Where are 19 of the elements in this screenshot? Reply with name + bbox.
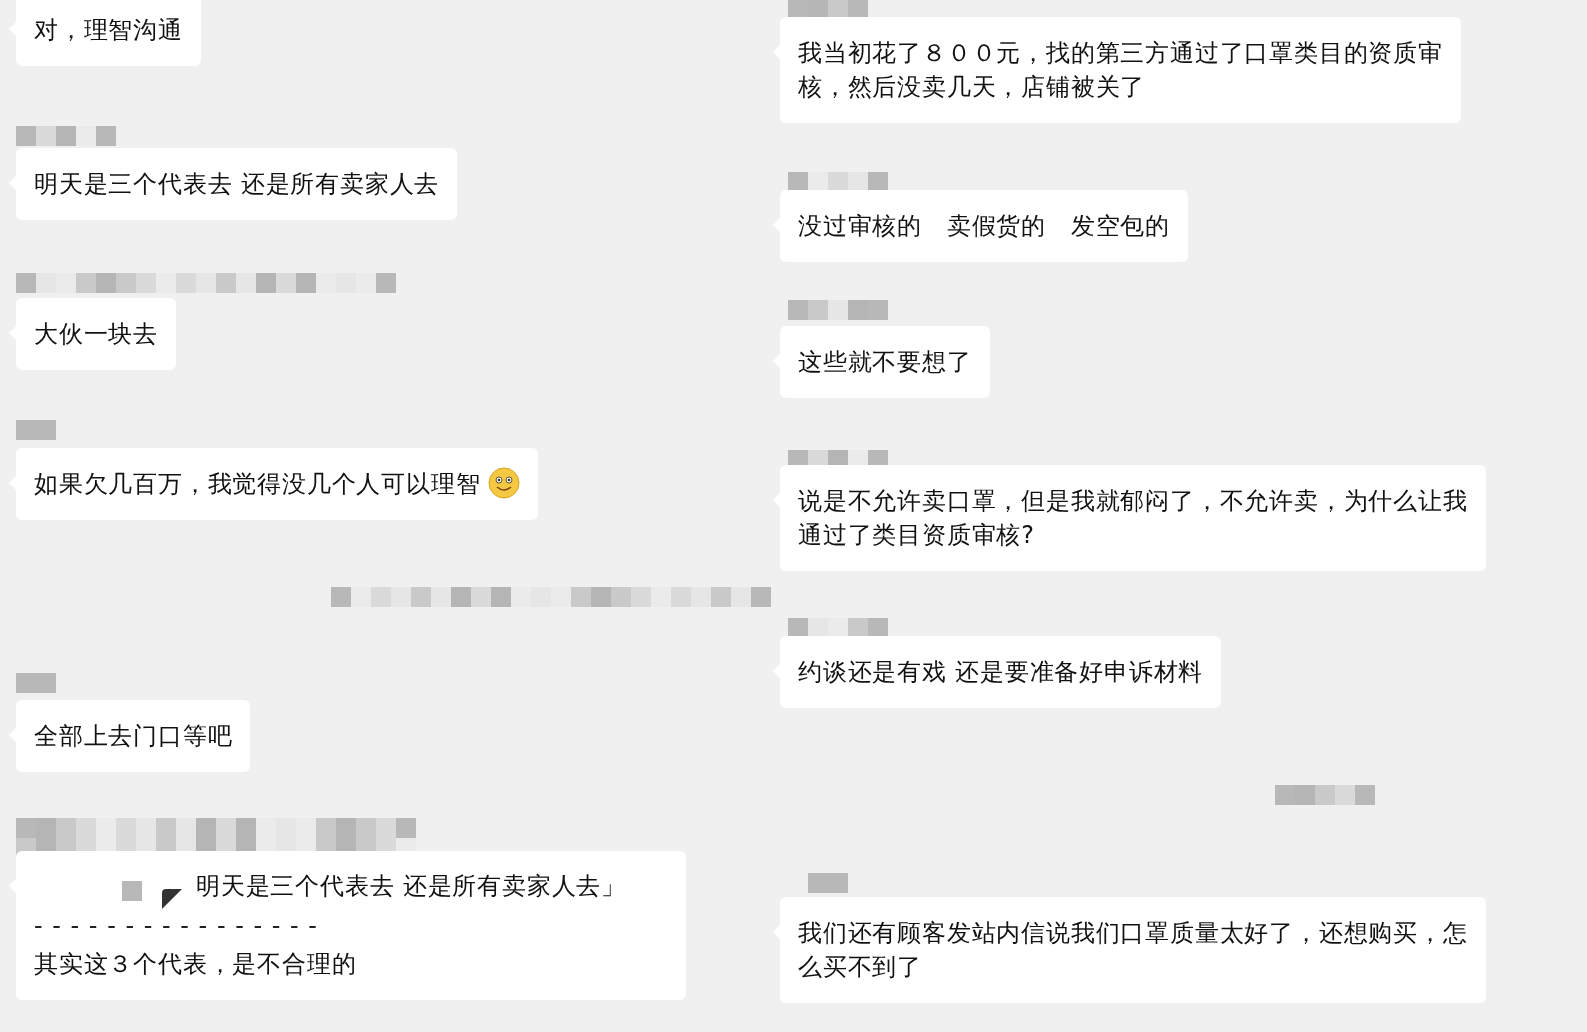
message-text: 对，理智沟通: [34, 16, 183, 44]
redacted-name-drawing: [16, 420, 56, 440]
message-text: 大伙一块去: [34, 320, 158, 348]
quote-corner-icon: [162, 889, 182, 909]
message-text: 说是不允许卖口罩，但是我就郁闷了，不允许卖，为什么让我通过了类目资质审核?: [798, 487, 1468, 549]
message-text: 我当初花了８００元，找的第三方通过了口罩类目的资质审核，然后没卖几天，店铺被关了: [798, 39, 1443, 101]
quoted-text: 明天是三个代表去 还是所有卖家人去」: [196, 871, 627, 902]
message-text: 全部上去门口等吧: [34, 722, 233, 750]
message-text: 没过审核的 卖假货的 发空包的: [798, 212, 1170, 240]
redacted-name-drawing: [808, 873, 848, 893]
message-text: 我们还有顾客发站内信说我们口罩质量太好了，还想购买，怎么买不到了: [798, 919, 1468, 981]
message-text: 明天是三个代表去 还是所有卖家人去: [34, 170, 440, 198]
redacted-name-drawing: [122, 881, 142, 901]
message-text: 如果欠几百万，我觉得没几个人可以理智: [34, 470, 481, 498]
divider-text: - - - - - - - - - - - - - - - -: [34, 911, 318, 941]
message-text: 约谈还是有戏 还是要准备好申诉材料: [798, 658, 1204, 686]
message-text: 其实这３个代表，是不合理的: [34, 949, 358, 980]
message-text: 这些就不要想了: [798, 348, 972, 376]
redacted-name-drawing: [16, 673, 56, 693]
